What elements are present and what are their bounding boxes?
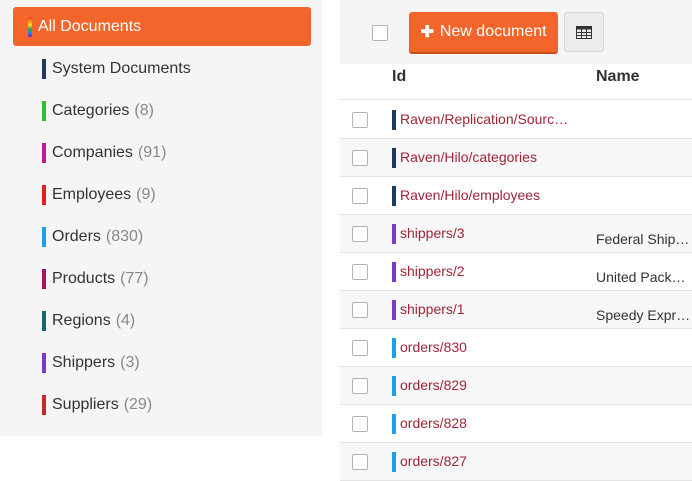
collection-name: Categories xyxy=(52,102,130,119)
table-view-button[interactable] xyxy=(564,12,604,52)
toolbar: ✚ New document xyxy=(340,0,692,64)
collection-count: (4) xyxy=(115,312,136,329)
collection-item-suppliers[interactable]: Suppliers (29) xyxy=(42,395,152,415)
document-name: Federal Shipping xyxy=(596,231,692,247)
collection-color-bar xyxy=(42,59,46,79)
table-row[interactable]: orders/829 xyxy=(340,367,692,405)
grid-header: Id Name xyxy=(340,64,692,100)
document-id-link[interactable]: orders/829 xyxy=(400,377,572,393)
document-id-link[interactable]: Raven/Hilo/employees xyxy=(400,187,572,203)
document-id-link[interactable]: Raven/Replication/Sources/... xyxy=(400,111,572,127)
collection-color-bar xyxy=(392,376,396,396)
collection-color-bar xyxy=(42,395,46,415)
collection-item-shippers[interactable]: Shippers (3) xyxy=(42,353,140,373)
row-checkbox[interactable] xyxy=(352,302,368,318)
table-row[interactable]: shippers/1 Speedy Express xyxy=(340,291,692,329)
collection-item-orders[interactable]: Orders (830) xyxy=(42,227,143,247)
collection-color-bar xyxy=(392,262,396,282)
row-checkbox[interactable] xyxy=(352,454,368,470)
collection-count: (91) xyxy=(137,144,167,161)
collection-color-bar xyxy=(392,338,396,358)
collection-name: Companies xyxy=(52,144,133,161)
collection-item-categories[interactable]: Categories (8) xyxy=(42,101,154,121)
row-checkbox[interactable] xyxy=(352,112,368,128)
table-row[interactable]: Raven/Hilo/employees xyxy=(340,177,692,215)
collections-sidebar: All Documents System Documents Categories… xyxy=(0,0,322,477)
table-row[interactable]: Raven/Replication/Sources/... xyxy=(340,101,692,139)
collection-color-bar xyxy=(392,148,396,168)
collection-name: Suppliers xyxy=(52,396,119,413)
collection-name: Employees xyxy=(52,186,132,203)
collection-color-bar xyxy=(42,185,46,205)
collection-count: (29) xyxy=(123,396,153,413)
table-row[interactable]: orders/830 xyxy=(340,329,692,367)
table-row[interactable]: orders/827 xyxy=(340,443,692,481)
collection-color-bar xyxy=(42,353,46,373)
document-id-link[interactable]: orders/827 xyxy=(400,453,572,469)
collection-color-bar xyxy=(392,224,396,244)
row-checkbox[interactable] xyxy=(352,188,368,204)
plus-icon: ✚ xyxy=(420,24,434,41)
collection-name: Orders xyxy=(52,228,101,245)
row-checkbox[interactable] xyxy=(352,150,368,166)
new-document-button[interactable]: ✚ New document xyxy=(409,12,558,52)
collection-name: Regions xyxy=(52,312,111,329)
collection-color-bar xyxy=(392,414,396,434)
document-id-link[interactable]: orders/828 xyxy=(400,415,572,431)
collection-item-companies[interactable]: Companies (91) xyxy=(42,143,166,163)
table-row[interactable]: orders/828 xyxy=(340,405,692,443)
row-checkbox[interactable] xyxy=(352,264,368,280)
document-id-link[interactable]: Raven/Hilo/categories xyxy=(400,149,572,165)
collection-color-bar xyxy=(42,269,46,289)
column-header-name[interactable]: Name xyxy=(596,68,640,86)
table-row[interactable]: shippers/3 Federal Shipping xyxy=(340,215,692,253)
collection-name: Shippers xyxy=(52,354,116,371)
collection-item-products[interactable]: Products (77) xyxy=(42,269,149,289)
collection-item-system-documents[interactable]: System Documents xyxy=(42,59,191,79)
row-checkbox[interactable] xyxy=(352,226,368,242)
documents-panel: ✚ New document Id Name Raven/Replication… xyxy=(340,0,692,481)
collection-count: (830) xyxy=(105,228,144,245)
collection-color-bar xyxy=(392,300,396,320)
table-row[interactable]: Raven/Hilo/categories xyxy=(340,139,692,177)
collection-name: Products xyxy=(52,270,116,287)
collection-color-bar xyxy=(42,311,46,331)
collection-count: (8) xyxy=(134,102,154,119)
new-document-label: New document xyxy=(439,23,547,40)
row-checkbox[interactable] xyxy=(352,416,368,432)
document-id-link[interactable]: shippers/1 xyxy=(400,301,572,317)
row-checkbox[interactable] xyxy=(352,340,368,356)
document-id-link[interactable]: orders/830 xyxy=(400,339,572,355)
document-id-link[interactable]: shippers/2 xyxy=(400,263,572,279)
collection-count: (77) xyxy=(120,270,149,287)
document-id-link[interactable]: shippers/3 xyxy=(400,225,572,241)
select-all-checkbox[interactable] xyxy=(372,25,388,41)
table-icon xyxy=(576,25,592,39)
collection-color-bar xyxy=(42,101,46,121)
collection-name: System Documents xyxy=(52,60,191,77)
collection-color-bar xyxy=(392,110,396,130)
all-documents-label: All Documents xyxy=(38,17,142,35)
collection-count: (3) xyxy=(120,354,140,371)
document-name: United Package xyxy=(596,269,692,285)
column-header-id[interactable]: Id xyxy=(392,68,406,86)
collection-item-employees[interactable]: Employees (9) xyxy=(42,185,156,205)
collection-color-bar xyxy=(392,452,396,472)
row-checkbox[interactable] xyxy=(352,378,368,394)
all-collections-color-bar xyxy=(28,16,32,37)
collection-item-regions[interactable]: Regions (4) xyxy=(42,311,135,331)
document-name: Speedy Express xyxy=(596,307,692,323)
collection-color-bar xyxy=(392,186,396,206)
collection-color-bar xyxy=(42,143,46,163)
all-documents-item[interactable]: All Documents xyxy=(13,7,311,46)
collection-count: (9) xyxy=(136,186,156,203)
collection-color-bar xyxy=(42,227,46,247)
table-row[interactable]: shippers/2 United Package xyxy=(340,253,692,291)
